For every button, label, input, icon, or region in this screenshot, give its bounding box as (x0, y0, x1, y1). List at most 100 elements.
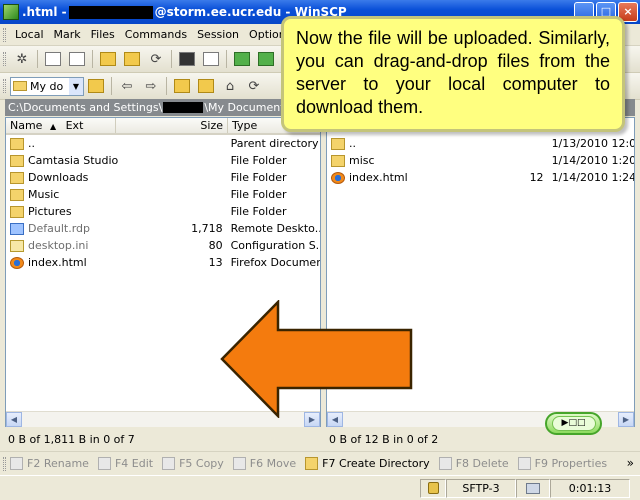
file-row[interactable]: Music File Folder (6, 186, 320, 203)
fkeys-grip (3, 456, 6, 471)
scroll-right-icon[interactable]: ▶ (618, 412, 634, 427)
more-chevron-icon[interactable]: » (627, 456, 634, 470)
file-name: .. (28, 137, 35, 150)
file-row[interactable]: misc 1/14/2010 1:20.. (327, 152, 634, 169)
file-size: 12 (529, 171, 544, 184)
toolbar-separator (166, 77, 167, 95)
drag-direction-arrow-icon (220, 300, 413, 418)
file-name-cell: Downloads (6, 171, 155, 184)
folder-icon (10, 154, 24, 167)
forward-arrow-icon[interactable]: ⇨ (140, 76, 162, 96)
file-name-cell: Pictures (6, 205, 155, 218)
file-type: Configuration S.. (230, 239, 320, 252)
function-key-bar: F2 Rename F4 Edit F5 Copy F6 Move F7 Create … (0, 451, 640, 475)
connection-status (516, 478, 550, 498)
file-row[interactable]: desktop.ini 80 Configuration S.. (6, 237, 320, 254)
file-type: File Folder (230, 171, 287, 184)
file-name-cell: .. (327, 137, 506, 150)
delete-icon (438, 457, 452, 470)
move-icon (232, 457, 246, 470)
toolbar-grip (3, 79, 6, 93)
file-row[interactable]: Pictures File Folder (6, 203, 320, 220)
column-header-size[interactable]: Size (116, 118, 228, 133)
refresh-local-icon[interactable]: ⟳ (243, 76, 265, 96)
header-name-label: Name (10, 119, 43, 132)
protocol-status: SFTP-3 (446, 478, 516, 498)
back-arrow-icon[interactable]: ⇦ (116, 76, 138, 96)
remote-file-list: .. 1/13/2010 12:0.. misc 1/14/2010 1:20.. in… (327, 135, 634, 186)
toolbar-separator (171, 50, 172, 68)
music-icon (10, 188, 24, 201)
file-type: Firefox Document (230, 256, 320, 269)
file-name: Default.rdp (28, 222, 90, 235)
toolbar-separator (92, 50, 93, 68)
header-size-label: Size (200, 119, 223, 132)
status-spacer (0, 479, 420, 498)
fkey-label: F7 Create Directory (322, 457, 430, 470)
file-type: File Folder (230, 205, 287, 218)
chevron-down-icon: ▼ (69, 77, 83, 95)
fkey-button[interactable]: F5 Copy (162, 457, 224, 470)
fkey-button[interactable]: F4 Edit (97, 457, 153, 470)
camtasia-play-toggle[interactable]: ▶□□ (545, 412, 602, 435)
create-directory-icon (305, 457, 319, 470)
key-icon[interactable] (200, 49, 222, 69)
file-row[interactable]: Default.rdp 1,718 Remote Deskto.. (6, 220, 320, 237)
file-name-cell: index.html (6, 256, 155, 269)
file-row[interactable]: Camtasia Studio File Folder (6, 152, 320, 169)
column-header-name[interactable]: Name ▲ Ext (6, 118, 116, 133)
scroll-left-icon[interactable]: ◀ (6, 412, 22, 427)
compare-icon[interactable] (176, 49, 198, 69)
file-row[interactable]: index.html 13 Firefox Document (6, 254, 320, 271)
sync-icon[interactable] (231, 49, 253, 69)
parent-icon (331, 137, 345, 150)
file-date: 1/14/2010 1:20.. (551, 154, 634, 167)
gear-icon[interactable]: ✲ (11, 49, 33, 69)
menu-local[interactable]: Local (10, 28, 49, 41)
file-name: misc (349, 154, 375, 167)
menu-files[interactable]: Files (86, 28, 120, 41)
file-type: Remote Deskto.. (230, 222, 320, 235)
fkey-button[interactable]: F2 Rename (10, 457, 89, 470)
file-row[interactable]: Downloads File Folder (6, 169, 320, 186)
local-drive-dropdown[interactable]: My do ▼ (10, 76, 84, 96)
home-icon[interactable]: ⌂ (219, 76, 241, 96)
fkey-button[interactable]: F8 Delete (438, 457, 509, 470)
file-row[interactable]: .. Parent directory (6, 135, 320, 152)
toolbar-separator (37, 50, 38, 68)
refresh-icon[interactable]: ⟳ (145, 49, 167, 69)
function-key-list: F2 Rename F4 Edit F5 Copy F6 Move F7 Create … (10, 457, 616, 470)
session-icon[interactable] (66, 49, 88, 69)
root-directory-icon[interactable] (195, 76, 217, 96)
file-row[interactable]: .. 1/13/2010 12:0.. (327, 135, 634, 152)
file-size: 13 (208, 256, 223, 269)
menu-session[interactable]: Session (192, 28, 244, 41)
menu-mark[interactable]: Mark (49, 28, 86, 41)
folder-icon (10, 171, 24, 184)
local-file-list: .. Parent directory Camtasia Studio File Fo… (6, 135, 320, 271)
properties-icon (517, 457, 531, 470)
file-name: index.html (349, 171, 408, 184)
file-name-cell: index.html (327, 171, 506, 184)
file-row[interactable]: index.html 12 1/14/2010 1:24.. (327, 169, 634, 186)
fkey-label: F5 Copy (179, 457, 224, 470)
menu-commands[interactable]: Commands (120, 28, 192, 41)
fkey-button[interactable]: F6 Move (232, 457, 296, 470)
fkey-button[interactable]: F9 Properties (517, 457, 608, 470)
fkey-label: F9 Properties (534, 457, 608, 470)
local-path-bar[interactable]: C:\Documents and Settings\ \My Documents (5, 99, 320, 116)
toolbar-separator (111, 77, 112, 95)
file-name: Camtasia Studio (28, 154, 119, 167)
terminal-icon[interactable] (42, 49, 64, 69)
preferences-icon[interactable] (97, 49, 119, 69)
monitor-icon (526, 482, 540, 494)
open-folder-icon[interactable] (85, 76, 107, 96)
parent-icon (10, 137, 24, 150)
status-bar: SFTP-3 0:01:13 (0, 475, 640, 500)
parent-directory-icon[interactable] (171, 76, 193, 96)
queue-icon[interactable] (121, 49, 143, 69)
sync-browse-icon[interactable] (255, 49, 277, 69)
firefox-icon (10, 256, 24, 269)
fkey-button[interactable]: F7 Create Directory (305, 457, 430, 470)
file-name: index.html (28, 256, 87, 269)
